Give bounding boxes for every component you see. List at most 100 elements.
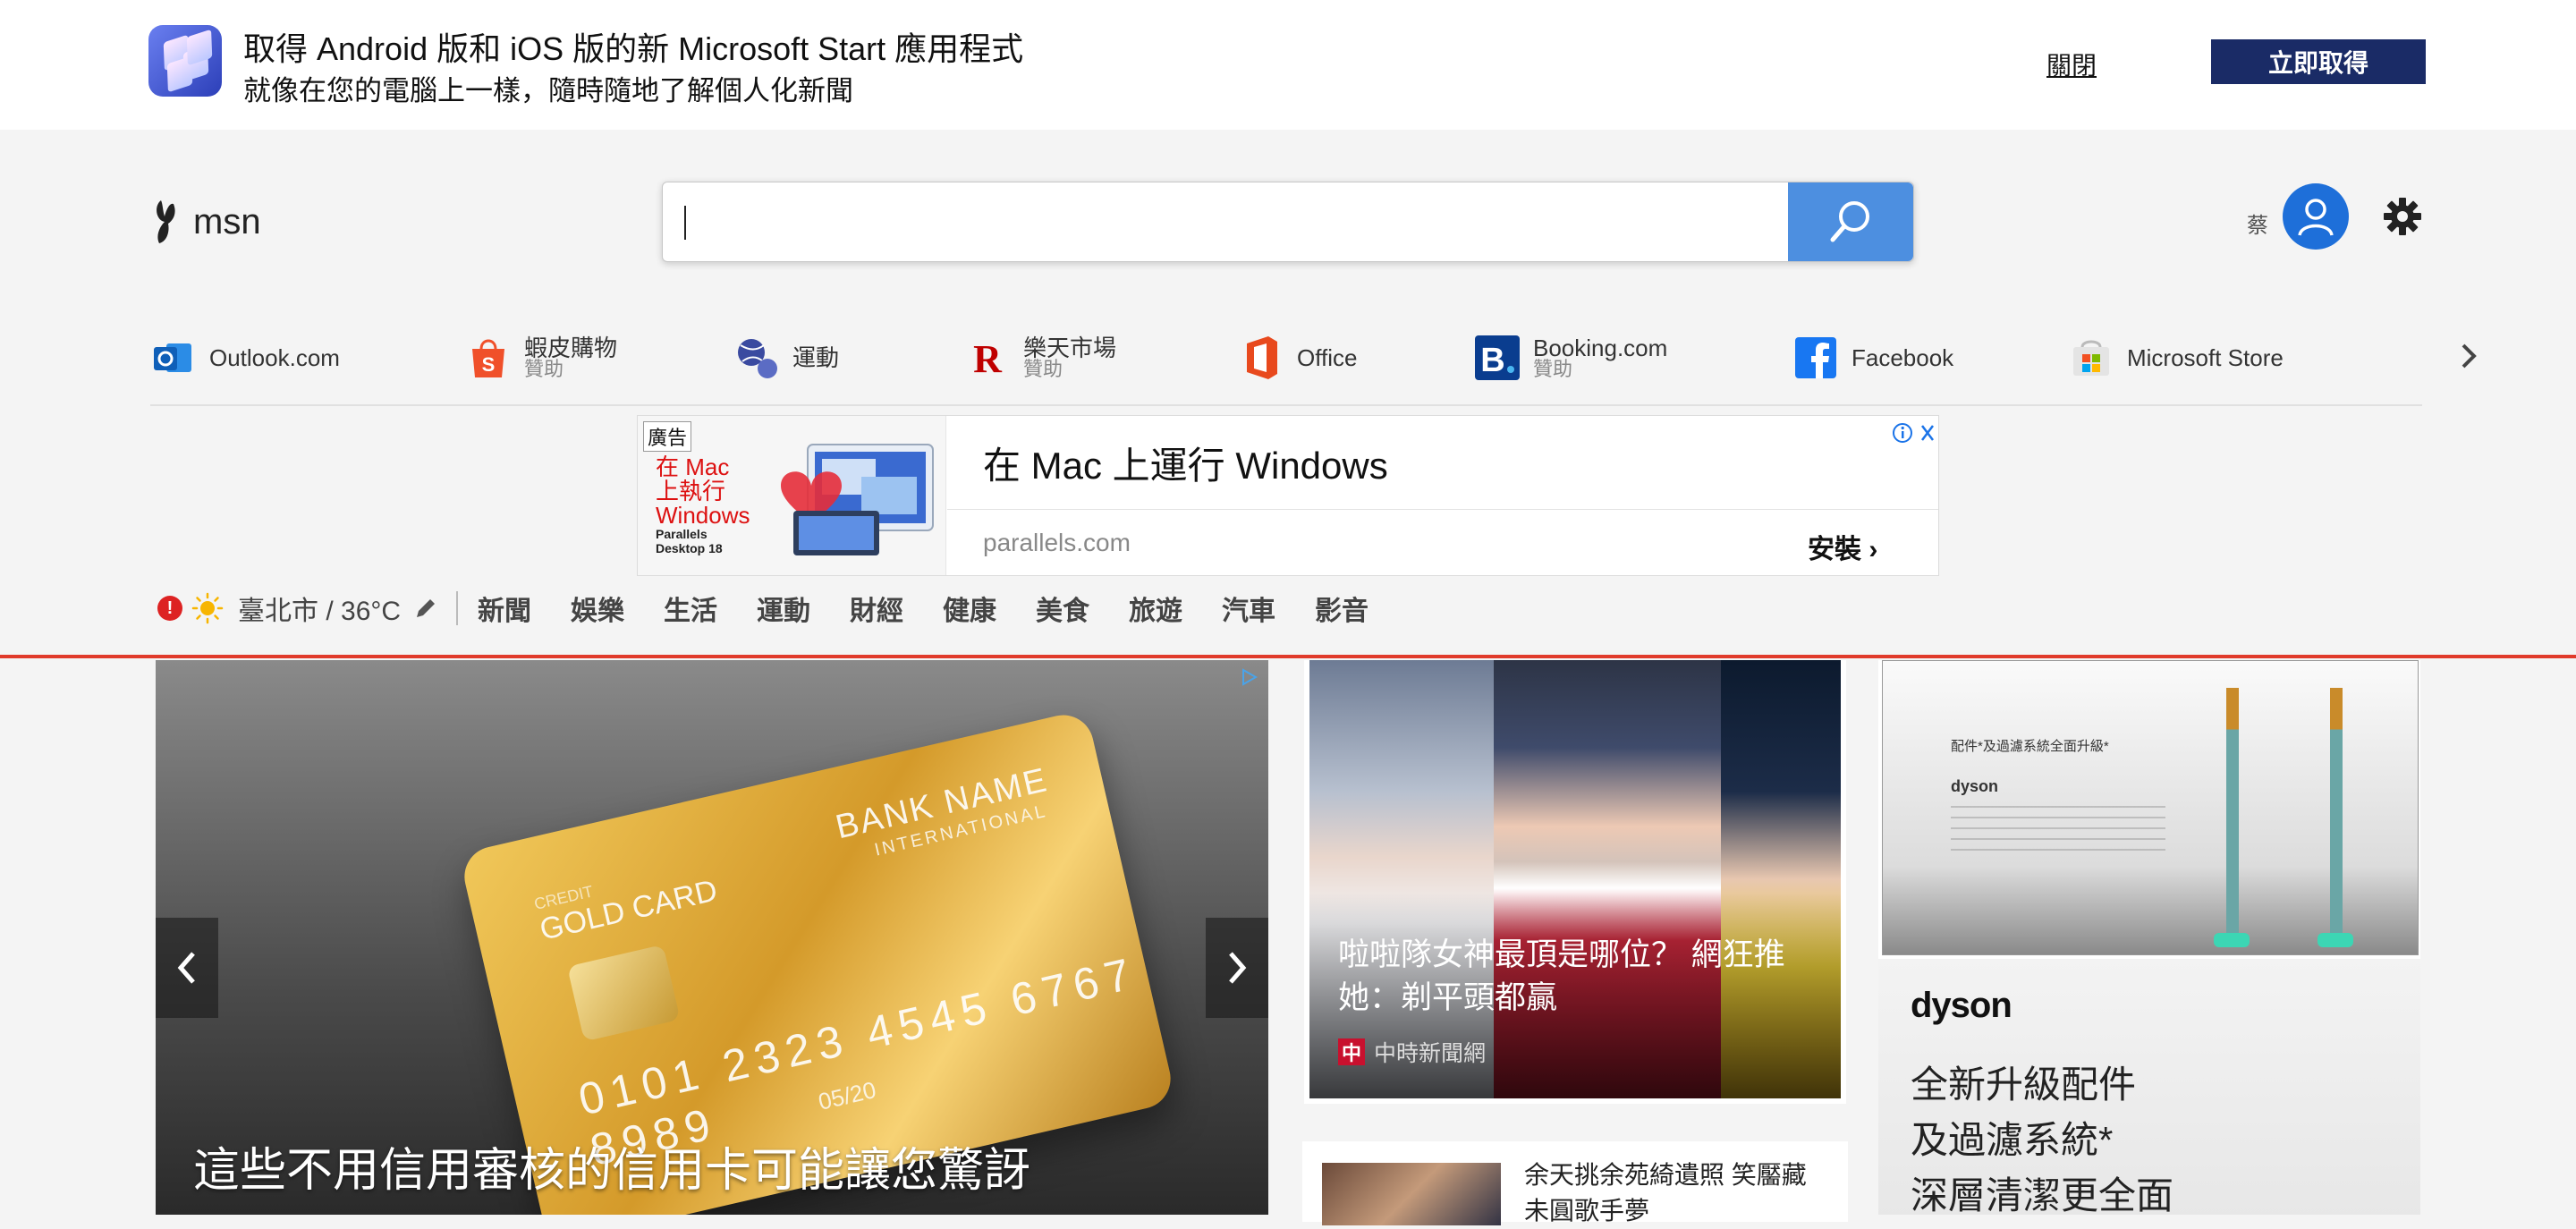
sponsored-ad-banner[interactable]: 在 Mac 上執行 Windows Parallels Desktop 18 廣… xyxy=(637,415,1939,576)
quick-link-label: 蝦皮購物 xyxy=(524,335,618,361)
edit-pencil-icon[interactable] xyxy=(413,596,438,621)
search-box[interactable] xyxy=(662,182,1914,262)
source-name: 中時新聞網 xyxy=(1374,1041,1487,1066)
quick-link-facebook[interactable]: Facebook xyxy=(1792,331,1953,385)
outlook-icon xyxy=(150,335,197,381)
quick-link-sports[interactable]: 運動 xyxy=(733,331,839,385)
quick-link-booking[interactable]: B Booking.com 贊助 xyxy=(1474,331,1667,385)
search-input[interactable] xyxy=(663,182,1788,261)
quick-link-office[interactable]: Office xyxy=(1238,331,1357,385)
nav-item-sports[interactable]: 運動 xyxy=(757,589,810,628)
weather-alert-icon[interactable]: ! xyxy=(157,596,182,621)
quick-link-label: 樂天市場 xyxy=(1023,335,1117,361)
weather-location-temp[interactable]: 臺北市 / 36°C xyxy=(238,589,401,628)
nav-item-food[interactable]: 美食 xyxy=(1036,589,1089,628)
source-logo-icon: 中 xyxy=(1338,1038,1365,1065)
card-chip xyxy=(567,944,681,1042)
category-nav: ! 臺北市 / 36°C 新聞 娛樂 生活 運動 財經 健康 美食 旅遊 汽車 … xyxy=(157,583,1408,633)
sponsored-label: 贊助 xyxy=(524,358,564,380)
booking-icon: B xyxy=(1474,335,1521,381)
quick-link-label: Microsoft Store xyxy=(2127,344,2284,371)
ad-domain: parallels.com xyxy=(983,529,1131,556)
shopee-icon: S xyxy=(465,335,512,381)
quick-link-rakuten[interactable]: R 樂天市場 贊助 xyxy=(964,331,1116,385)
dyson-ad[interactable]: 配件*及過濾系統全面升級* dyson dyson 全新升級配件 及過濾系統* … xyxy=(1878,660,2420,1215)
user-initial[interactable]: 蔡 xyxy=(2247,208,2268,239)
store-icon xyxy=(2068,335,2114,381)
news-card-small[interactable]: 余天挑余苑綺遺照 笑靨藏未圓歌手夢 xyxy=(1302,1141,1848,1225)
svg-text:B: B xyxy=(1480,342,1504,379)
quick-link-shopee[interactable]: S 蝦皮購物 贊助 xyxy=(465,331,617,385)
dyson-ad-copy: dyson 全新升級配件 及過濾系統* 深層清潔更全面 xyxy=(1878,959,2420,1215)
nav-item-health[interactable]: 健康 xyxy=(943,589,996,628)
quick-link-outlook[interactable]: Outlook.com xyxy=(150,331,340,385)
facebook-icon xyxy=(1792,335,1839,381)
ad-choices-icon[interactable] xyxy=(1881,420,1944,446)
settings-gear-icon[interactable] xyxy=(2383,197,2422,236)
sports-icon xyxy=(733,335,780,381)
quick-link-microsoft-store[interactable]: Microsoft Store xyxy=(2068,331,2284,385)
dyson-logo: dyson xyxy=(1911,986,2012,1025)
ad-tag: 廣告 xyxy=(643,421,692,452)
nav-item-video[interactable]: 影音 xyxy=(1315,589,1368,628)
nav-item-autos[interactable]: 汽車 xyxy=(1222,589,1275,628)
chevron-left-icon xyxy=(177,952,195,984)
get-app-button[interactable]: 立即取得 xyxy=(2211,39,2426,84)
msn-logo-text: msn xyxy=(193,201,261,242)
dyson-ad-image: 配件*及過濾系統全面升級* dyson xyxy=(1882,660,2419,955)
dyson-caption: 配件*及過濾系統全面升級* xyxy=(1951,739,2109,754)
hero-carousel[interactable]: CREDIT GOLD CARD BANK NAME INTERNATIONAL … xyxy=(156,660,1268,1215)
news-headline[interactable]: 余天挑余苑綺遺照 笑靨藏未圓歌手夢 xyxy=(1524,1157,1828,1229)
nav-accent-line xyxy=(0,655,2576,658)
sponsored-label: 贊助 xyxy=(1533,358,1573,380)
rakuten-icon: R xyxy=(964,335,1011,381)
nav-item-travel[interactable]: 旅遊 xyxy=(1129,589,1182,628)
card-type-text: CREDIT GOLD CARD xyxy=(532,855,720,948)
user-icon xyxy=(2298,199,2334,236)
quick-link-label: Facebook xyxy=(1852,344,1954,371)
microsoft-start-app-icon xyxy=(148,25,222,97)
ad-headline: 在 Mac 上運行 Windows xyxy=(983,445,1388,487)
msn-butterfly-icon xyxy=(157,200,175,243)
promo-subtitle: 就像在您的電腦上一樣，隨時隨地了解個人化新聞 xyxy=(243,75,853,106)
quick-link-label: Outlook.com xyxy=(209,344,340,371)
promo-title: 取得 Android 版和 iOS 版的新 Microsoft Start 應用… xyxy=(243,30,1024,67)
carousel-prev-button[interactable] xyxy=(156,918,218,1018)
quick-link-label: Office xyxy=(1297,344,1358,371)
svg-text:S: S xyxy=(482,353,496,376)
news-headline[interactable]: 啦啦隊女神最頂是哪位？ 網狂推她：剃平頭都贏 xyxy=(1338,934,1821,1020)
hero-headline[interactable]: 這些不用信用審核的信用卡可能讓您驚訝 xyxy=(193,1132,1030,1199)
carousel-next-button[interactable] xyxy=(1206,918,1268,1018)
vacuum-illustration xyxy=(2214,688,2250,947)
chevron-right-icon[interactable] xyxy=(2449,336,2488,376)
app-promo-banner: 取得 Android 版和 iOS 版的新 Microsoft Start 應用… xyxy=(0,0,2576,130)
ad-image-text: 在 Mac 上執行 Windows xyxy=(656,453,750,529)
text-caret xyxy=(684,206,686,240)
sunny-weather-icon xyxy=(191,592,224,624)
msn-logo[interactable]: msn xyxy=(152,197,261,247)
nav-item-lifestyle[interactable]: 生活 xyxy=(664,589,717,628)
nav-item-entertainment[interactable]: 娛樂 xyxy=(571,589,624,628)
nav-item-finance[interactable]: 財經 xyxy=(850,589,903,628)
ad-choices-triangle-icon[interactable] xyxy=(1240,667,1259,687)
ad-image: 在 Mac 上執行 Windows Parallels Desktop 18 廣… xyxy=(638,416,946,575)
chevron-right-icon xyxy=(1229,952,1247,984)
office-icon xyxy=(1238,335,1284,381)
promo-close-link[interactable]: 關閉 xyxy=(2046,47,2097,82)
avatar[interactable] xyxy=(2283,183,2349,250)
news-card-cheerleaders[interactable]: 啦啦隊女神最頂是哪位？ 網狂推她：剃平頭都贏 中 中時新聞網 xyxy=(1304,660,1846,1104)
fine-print xyxy=(1951,806,2165,860)
search-icon xyxy=(1830,201,1869,242)
nav-item-news[interactable]: 新聞 xyxy=(478,589,531,628)
laptop-illustration xyxy=(781,444,934,555)
dyson-small-logo: dyson xyxy=(1951,777,1999,795)
news-thumbnail xyxy=(1322,1163,1501,1225)
quick-links-bar: Outlook.com S 蝦皮購物 贊助 運動 R 樂天市場 贊助 Office … xyxy=(150,322,2477,406)
search-button[interactable] xyxy=(1788,182,1913,261)
ad-brand-text: Parallels Desktop 18 xyxy=(656,527,723,555)
ad-install-button[interactable]: 安裝 › xyxy=(1808,527,1877,566)
ad-divider xyxy=(947,509,1938,510)
sponsored-label: 贊助 xyxy=(1023,358,1063,380)
news-source: 中 中時新聞網 xyxy=(1338,1036,1486,1068)
vacuum-illustration xyxy=(2318,688,2353,947)
